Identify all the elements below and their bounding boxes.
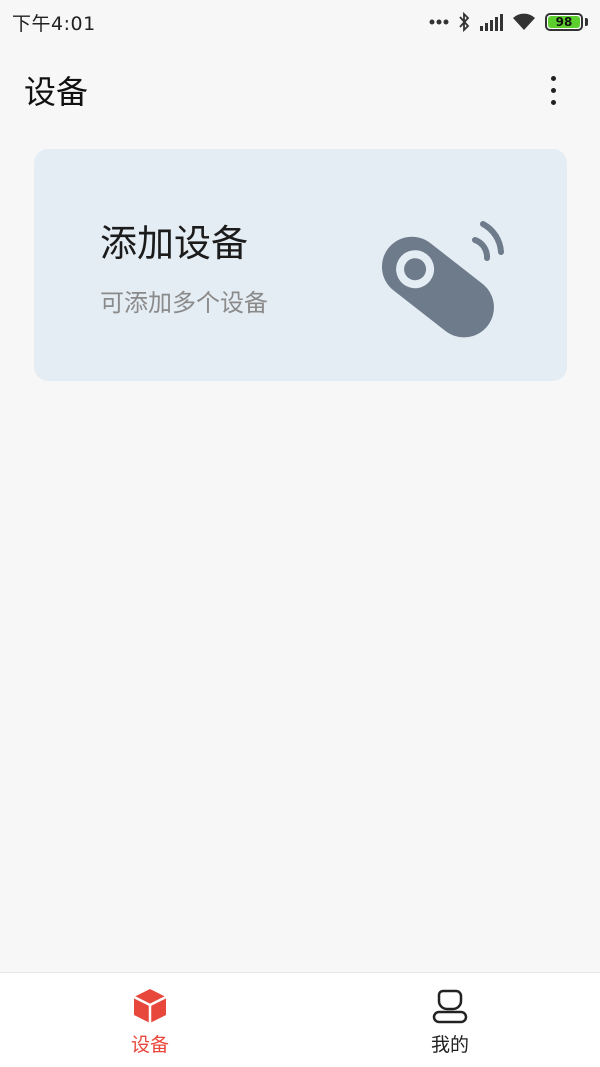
status-time: 下午4:01 <box>12 12 96 35</box>
nav-tab-profile[interactable]: 我的 <box>300 973 600 1067</box>
add-device-card[interactable]: 添加设备 可添加多个设备 <box>34 149 567 381</box>
more-notifications-icon <box>429 19 449 25</box>
signal-icon <box>480 14 503 31</box>
battery-level: 98 <box>555 15 573 29</box>
device-cube-icon <box>133 989 167 1023</box>
more-options-button[interactable] <box>538 65 568 115</box>
status-bar: 下午4:01 98 <box>0 0 600 44</box>
remote-control-icon <box>381 221 504 338</box>
nav-tab-devices[interactable]: 设备 <box>0 973 300 1067</box>
bluetooth-icon <box>459 12 470 32</box>
more-options-icon <box>550 75 556 81</box>
battery-icon: 98 <box>545 13 583 31</box>
add-device-title: 添加设备 <box>100 222 248 265</box>
more-options-icon-dot <box>550 99 556 105</box>
status-icons: 98 <box>429 12 588 32</box>
more-options-icon-dot <box>550 87 556 93</box>
wifi-icon <box>513 13 535 30</box>
app-header: 设备 <box>0 60 600 120</box>
add-device-subtitle: 可添加多个设备 <box>100 289 268 317</box>
screen: 下午4:01 98 设备 添加设备 可添加多个设备 设备 我的 <box>0 0 600 1067</box>
profile-icon <box>432 989 468 1024</box>
bottom-navigation: 设备 我的 <box>0 972 600 1067</box>
nav-tab-devices-label: 设备 <box>130 1034 169 1056</box>
battery-tip <box>585 18 588 26</box>
nav-tab-profile-label: 我的 <box>430 1034 469 1056</box>
page-title: 设备 <box>24 73 89 111</box>
